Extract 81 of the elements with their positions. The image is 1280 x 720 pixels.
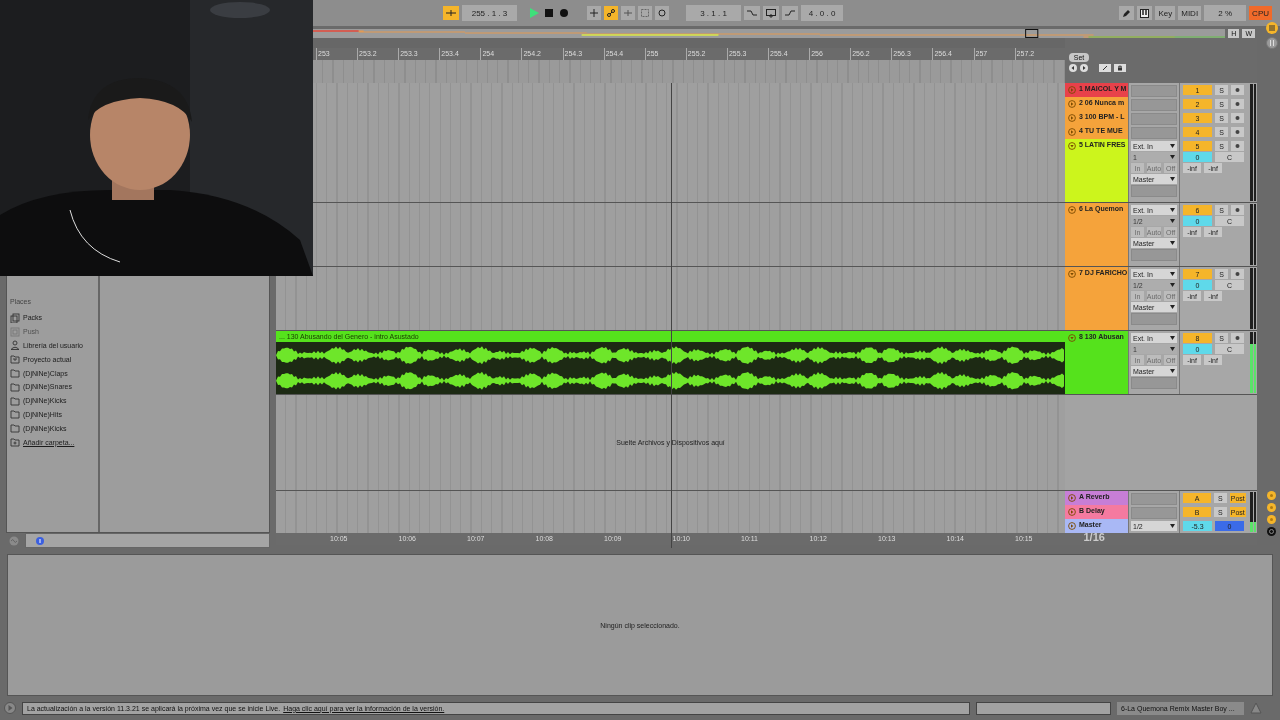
- piano-icon: [1140, 8, 1150, 18]
- clip-slot: [1131, 493, 1177, 505]
- output-channel-field: [1131, 185, 1177, 197]
- user-icon: [10, 340, 20, 351]
- add-folder-icon: [10, 437, 20, 448]
- cpu-load-meter: 2 %: [1204, 5, 1247, 21]
- plus-icon: [590, 9, 598, 17]
- clip-slot: [1131, 113, 1177, 125]
- capture-icon: [641, 9, 649, 17]
- folder-icon: [10, 409, 20, 420]
- packs-icon: [10, 312, 20, 323]
- caret-icon: [1170, 177, 1175, 181]
- collapse-icon[interactable]: [1068, 270, 1076, 278]
- arm-icon[interactable]: [1231, 205, 1244, 215]
- punch-in-icon: [747, 9, 757, 17]
- caret-icon: [1170, 219, 1175, 223]
- circle-icon: [658, 9, 666, 17]
- up-arrow-icon[interactable]: [1250, 702, 1262, 714]
- arm-icon[interactable]: [1231, 269, 1244, 279]
- clip-slot: [1131, 507, 1177, 519]
- caret-icon: [1170, 369, 1175, 373]
- push-icon: [10, 326, 20, 337]
- pencil-icon: [1122, 8, 1132, 18]
- record-icon[interactable]: [558, 7, 570, 19]
- session-record-button[interactable]: [655, 6, 669, 20]
- caret-icon: [1170, 272, 1175, 276]
- punch-out-icon: [785, 9, 795, 17]
- caret-icon: [1170, 155, 1175, 159]
- caret-icon: [1170, 347, 1175, 351]
- loop-start-field[interactable]: 3 . 1 . 1: [686, 5, 741, 21]
- caret-icon: [1170, 336, 1175, 340]
- collapse-icon[interactable]: [1068, 206, 1076, 214]
- follow-icon: [446, 10, 456, 16]
- folder-icon: [10, 381, 20, 392]
- collapse-icon[interactable]: [1068, 142, 1076, 150]
- stop-icon[interactable]: [543, 7, 555, 19]
- arm-icon[interactable]: [1231, 127, 1244, 137]
- folder-icon: [10, 423, 20, 434]
- punch-in-button[interactable]: [744, 6, 760, 20]
- arm-icon[interactable]: [1231, 141, 1244, 151]
- caret-icon: [1170, 305, 1175, 309]
- circle-icon[interactable]: [1267, 527, 1276, 536]
- loop-button[interactable]: [763, 6, 779, 20]
- overview-drawing[interactable]: [313, 28, 1226, 38]
- clip-slot: [1131, 99, 1177, 111]
- computer-keyboard-button[interactable]: [1137, 6, 1153, 20]
- arm-icon[interactable]: [1231, 333, 1244, 343]
- caret-icon: [1170, 283, 1175, 287]
- caret-icon: [1170, 241, 1175, 245]
- collapse-icon[interactable]: [1068, 334, 1076, 342]
- key-map-button[interactable]: Key: [1155, 6, 1176, 20]
- output-channel-field: [1131, 313, 1177, 325]
- automation-icon: [607, 9, 615, 17]
- midi-map-button[interactable]: MIDI: [1178, 6, 1202, 20]
- caret-icon: [1170, 208, 1175, 212]
- draw-mode-button[interactable]: [1119, 6, 1135, 20]
- clip-slot: [1131, 127, 1177, 139]
- automation-arm-button[interactable]: [604, 6, 618, 20]
- session-view-icon[interactable]: [1265, 37, 1278, 49]
- loop-length-field[interactable]: 4 . 0 . 0: [801, 5, 843, 21]
- next-locator-icon[interactable]: [1080, 64, 1088, 72]
- folder-icon: [10, 368, 20, 379]
- punch-out-button[interactable]: [782, 6, 798, 20]
- output-channel-field: [1131, 377, 1177, 389]
- cpu-button[interactable]: CPU: [1249, 6, 1272, 20]
- arm-icon[interactable]: [1231, 85, 1244, 95]
- follow-button[interactable]: [443, 6, 459, 20]
- output-channel-field: [1131, 249, 1177, 261]
- clip-slot: [1131, 85, 1177, 97]
- song-position-field[interactable]: 255 . 1 . 3: [462, 5, 517, 21]
- clip-view-icon[interactable]: [1265, 22, 1278, 34]
- previous-locator-icon[interactable]: [1069, 64, 1077, 72]
- arm-icon[interactable]: [1231, 99, 1244, 109]
- caret-icon: [1170, 524, 1175, 528]
- info-icon[interactable]: [36, 536, 44, 545]
- arm-icon[interactable]: [1231, 113, 1244, 123]
- lock-icon[interactable]: [1114, 64, 1126, 72]
- folder-icon: [10, 354, 20, 365]
- loop-icon: [766, 8, 776, 18]
- folder-icon: [10, 395, 20, 406]
- caret-icon: [1170, 144, 1175, 148]
